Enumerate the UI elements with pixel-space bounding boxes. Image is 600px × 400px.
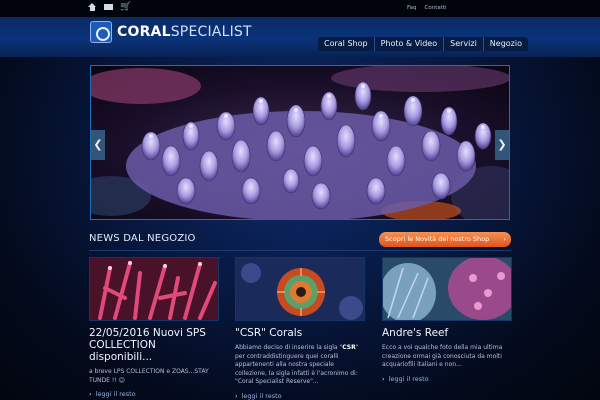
chevron-right-small-icon: › [235, 391, 238, 400]
news-heading: NEWS DAL NEGOZIO [89, 233, 196, 244]
read-more-link[interactable]: › leggi il resto [382, 375, 512, 383]
read-more-link[interactable]: › leggi il resto [235, 392, 365, 400]
faq-link[interactable]: Faq [407, 5, 417, 11]
news-card-image[interactable] [89, 257, 219, 321]
logo-text: CORALSPECIALIST [117, 24, 252, 40]
chevron-right-icon: › [503, 235, 506, 243]
divider [89, 250, 511, 251]
news-card: "CSR" Corals Abbiamo deciso di inserire … [235, 257, 365, 400]
news-card-text: Abbiamo deciso di inserire la sigla "CSR… [235, 344, 359, 385]
nav-coral-shop[interactable]: Coral Shop [318, 37, 374, 51]
mail-icon[interactable] [104, 4, 113, 10]
news-card: 22/05/2016 Nuovi SPS COLLECTION disponib… [89, 257, 219, 398]
logo[interactable]: CORALSPECIALIST [90, 21, 252, 43]
read-more-label: leggi il resto [95, 390, 136, 398]
top-utility-bar: 🛒 Faq Contatti [0, 0, 600, 17]
slider-prev-button[interactable]: ❮ [91, 130, 105, 160]
hero-coral-image [91, 66, 509, 219]
site-header: CORALSPECIALIST Coral Shop Photo & Video… [0, 17, 600, 57]
read-more-label: leggi il resto [388, 374, 429, 383]
news-card-text: Ecco a voi qualche foto della mia ultima… [382, 344, 503, 368]
top-icons: 🛒 [88, 3, 131, 12]
chevron-right-icon: ❯ [497, 138, 507, 151]
slider-next-button[interactable]: ❯ [495, 130, 509, 160]
read-more-label: leggi il resto [241, 391, 282, 400]
chevron-right-small-icon: › [89, 390, 92, 398]
coral-logo-icon [90, 21, 112, 43]
chevron-right-small-icon: › [382, 374, 385, 383]
nav-servizi[interactable]: Servizi [443, 37, 483, 51]
news-card-image[interactable] [235, 257, 365, 321]
read-more-link[interactable]: › leggi il resto [89, 390, 219, 398]
home-icon[interactable] [88, 3, 97, 12]
news-card-image[interactable] [382, 257, 512, 321]
nav-negozio[interactable]: Negozio [482, 37, 528, 51]
nav-photo-video[interactable]: Photo & Video [373, 37, 444, 51]
chevron-left-icon: ❮ [93, 138, 103, 151]
main-nav: Coral Shop Photo & Video Servizi Negozio [318, 37, 528, 51]
contacts-link[interactable]: Contatti [425, 5, 447, 11]
news-card-text: a breve LPS COLLECTION e ZOAS...STAY TUN… [89, 368, 209, 384]
news-card-title[interactable]: "CSR" Corals [235, 327, 365, 339]
news-card-title[interactable]: Andre's Reef [382, 327, 512, 339]
shop-news-button[interactable]: Scopri le Novità del nostro Shop › [379, 232, 511, 247]
cart-icon[interactable]: 🛒 [120, 3, 131, 12]
news-card: Andre's Reef Ecco a voi qualche foto del… [382, 257, 512, 383]
hero-slider[interactable]: ❮ ❯ [90, 65, 510, 220]
top-links: Faq Contatti [407, 5, 447, 11]
shop-news-label: Scopri le Novità del nostro Shop [385, 235, 490, 243]
news-card-title[interactable]: 22/05/2016 Nuovi SPS COLLECTION disponib… [89, 327, 219, 363]
